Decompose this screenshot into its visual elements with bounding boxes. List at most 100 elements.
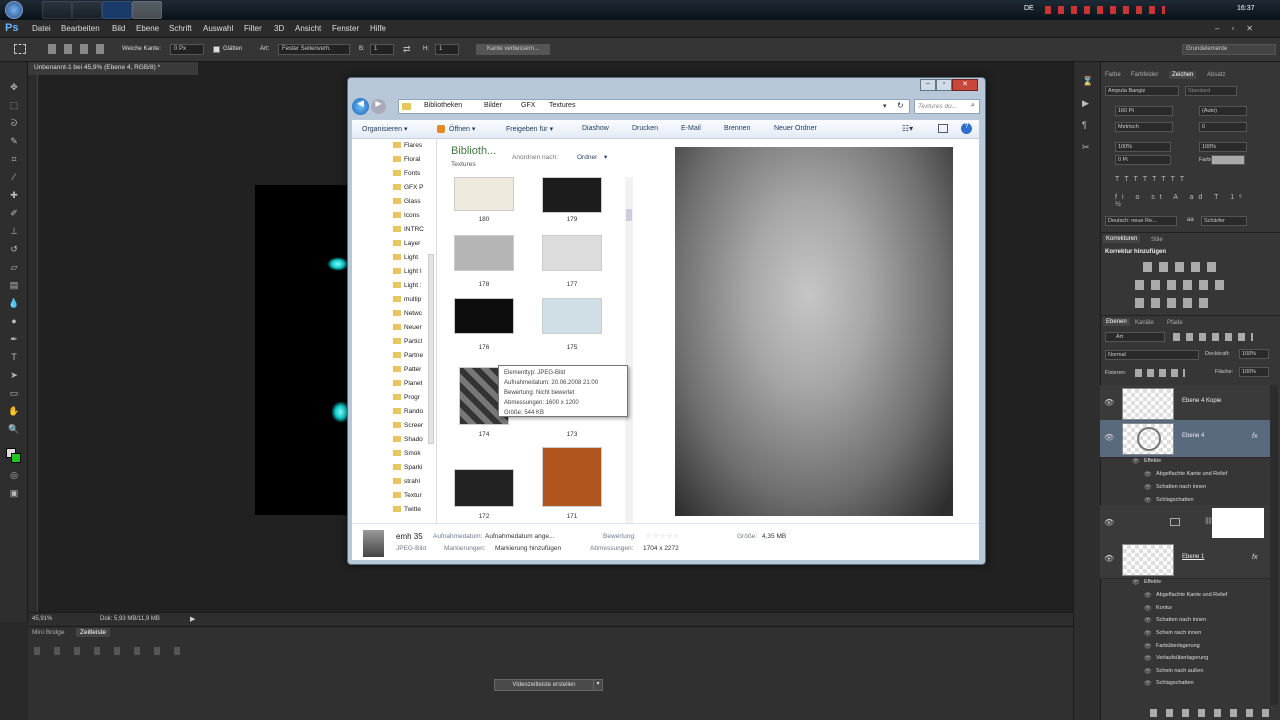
tray-icons[interactable]: [1045, 6, 1165, 14]
menu-bild[interactable]: Bild: [112, 24, 125, 33]
tab-pfade[interactable]: Pfade: [1167, 320, 1183, 326]
effect-item[interactable]: Schatten nach innen: [1156, 617, 1206, 623]
language-indicator[interactable]: DE: [1024, 5, 1034, 12]
timeline-controls[interactable]: [34, 647, 184, 655]
address-dropdown-icon[interactable]: ▾: [883, 102, 887, 110]
tab-zeichen[interactable]: Zeichen: [1169, 71, 1197, 79]
folder-item[interactable]: Light :: [393, 282, 422, 289]
effect-item[interactable]: Abgeflachte Kante und Relief: [1156, 592, 1227, 598]
effect-item[interactable]: Farbüberlagerung: [1156, 643, 1200, 649]
folder-item[interactable]: Twitte: [393, 506, 421, 513]
history-icon[interactable]: ⌛: [1082, 76, 1093, 87]
file-thumbnail[interactable]: [542, 235, 602, 271]
folder-item[interactable]: Layer: [393, 240, 420, 247]
preview-pane-icon[interactable]: [938, 124, 948, 133]
font-family-select[interactable]: Amputa Bangiz: [1105, 86, 1179, 96]
tab-farbe[interactable]: Farbe: [1105, 72, 1121, 78]
folder-item[interactable]: Shado: [393, 436, 423, 443]
fx-icon[interactable]: fx: [1252, 554, 1257, 561]
print-button[interactable]: Drucken: [632, 125, 658, 132]
kerning-select[interactable]: Metrisch: [1115, 122, 1173, 132]
rating-stars[interactable]: ☆☆☆☆☆: [646, 532, 680, 540]
layer-name[interactable]: Ebene 4: [1182, 433, 1204, 439]
menu-schrift[interactable]: Schrift: [169, 24, 192, 33]
document-canvas[interactable]: [255, 185, 351, 515]
burn-button[interactable]: Brennen: [724, 125, 750, 132]
layers-scrollbar[interactable]: [1270, 385, 1278, 705]
file-name-label[interactable]: 174: [454, 431, 514, 438]
maximize-button[interactable]: ▫: [936, 79, 952, 91]
type-tool-icon[interactable]: T: [8, 352, 20, 362]
file-name-label[interactable]: 175: [542, 344, 602, 351]
breadcrumb-bibliotheken[interactable]: Bibliotheken: [424, 102, 462, 109]
tab-kanaele[interactable]: Kanäle: [1135, 320, 1154, 326]
tab-farbfelder[interactable]: Farbfelder: [1131, 72, 1158, 78]
tab-korrekturen[interactable]: Korrekturen: [1103, 235, 1141, 243]
eye-icon[interactable]: 👁: [1144, 643, 1152, 650]
menu-filter[interactable]: Filter: [244, 24, 262, 33]
file-name-label[interactable]: 176: [454, 344, 514, 351]
tools-preset-icon[interactable]: ✂: [1082, 142, 1090, 153]
eye-icon[interactable]: 👁: [1144, 630, 1152, 637]
healing-tool-icon[interactable]: ✚: [8, 190, 20, 200]
folder-item[interactable]: Patter: [393, 366, 421, 373]
organize-button[interactable]: Organisieren ▾: [362, 125, 408, 133]
quick-select-tool-icon[interactable]: ✎: [8, 136, 20, 146]
paragraph-icon[interactable]: ¶: [1082, 120, 1087, 130]
zoom-tool-icon[interactable]: 🔍: [8, 424, 20, 434]
folder-item[interactable]: Light I: [393, 268, 422, 275]
new-folder-button[interactable]: Neuer Ordner: [774, 125, 817, 132]
menu-datei[interactable]: Datei: [32, 24, 51, 33]
blend-mode-select[interactable]: Normal: [1105, 350, 1199, 360]
forward-button[interactable]: ▶: [371, 99, 386, 114]
folder-item[interactable]: Particl: [393, 338, 422, 345]
files-scrollbar[interactable]: [625, 177, 633, 523]
stamp-tool-icon[interactable]: ⊥: [8, 226, 20, 236]
file-name-label[interactable]: 178: [454, 281, 514, 288]
eye-icon[interactable]: 👁: [1144, 680, 1152, 687]
tab-stile[interactable]: Stile: [1151, 237, 1163, 243]
search-box[interactable]: Textures du... ⌕: [914, 99, 980, 114]
tab-absatz[interactable]: Absatz: [1207, 72, 1225, 78]
eraser-tool-icon[interactable]: ▱: [8, 262, 20, 272]
actions-icon[interactable]: ▶: [1082, 98, 1089, 109]
opacity-input[interactable]: 100%: [1239, 349, 1269, 359]
folder-item[interactable]: Fonts: [393, 170, 420, 177]
shape-tool-icon[interactable]: ▭: [8, 388, 20, 398]
file-name-label[interactable]: 171: [542, 513, 602, 520]
menu-auswahl[interactable]: Auswahl: [203, 24, 233, 33]
file-thumbnail[interactable]: [454, 235, 514, 271]
tags-value[interactable]: Markierung hinzufügen: [495, 545, 561, 552]
breadcrumb-textures[interactable]: Textures: [549, 102, 575, 109]
eye-icon[interactable]: 👁: [1104, 433, 1114, 442]
folder-item[interactable]: Light: [393, 254, 418, 261]
antialias-select[interactable]: Schärfer: [1201, 216, 1247, 226]
folder-item[interactable]: Flares: [393, 142, 422, 149]
crop-tool-icon[interactable]: ⌗: [8, 154, 20, 164]
menu-hilfe[interactable]: Hilfe: [370, 24, 386, 33]
font-size-input[interactable]: 160 Pt: [1115, 106, 1173, 116]
folder-item[interactable]: Partne: [393, 352, 423, 359]
eye-icon[interactable]: 👁: [1132, 579, 1140, 586]
hand-tool-icon[interactable]: ✋: [8, 406, 20, 416]
zoom-level[interactable]: 45,91%: [32, 616, 52, 622]
status-arrow-icon[interactable]: ▶: [190, 615, 195, 623]
arrange-select[interactable]: Ordner: [577, 154, 597, 161]
screen-mode-icon[interactable]: ▣: [8, 488, 20, 498]
effect-item[interactable]: Abgeflachte Kante und Relief: [1156, 471, 1227, 477]
clock[interactable]: 16:37: [1237, 5, 1255, 12]
move-tool-icon[interactable]: ✥: [8, 82, 20, 92]
slideshow-button[interactable]: Diashow: [582, 125, 609, 132]
open-button[interactable]: Öffnen ▾: [449, 125, 475, 133]
language-select[interactable]: Deutsch: neue Re...: [1105, 216, 1177, 226]
taskbar-explorer-button[interactable]: [42, 1, 72, 19]
effect-item[interactable]: Schlagschatten: [1156, 497, 1194, 503]
eye-icon[interactable]: 👁: [1104, 554, 1114, 563]
eye-icon[interactable]: 👁: [1144, 471, 1152, 478]
folder-item[interactable]: Netwc: [393, 310, 422, 317]
baseline-input[interactable]: 0 Pt: [1115, 155, 1171, 165]
file-thumbnail[interactable]: [454, 298, 514, 334]
breadcrumb-bilder[interactable]: Bilder: [484, 102, 502, 109]
vertical-scale-input[interactable]: 100%: [1115, 142, 1171, 152]
search-input[interactable]: Textures du...: [918, 103, 957, 110]
